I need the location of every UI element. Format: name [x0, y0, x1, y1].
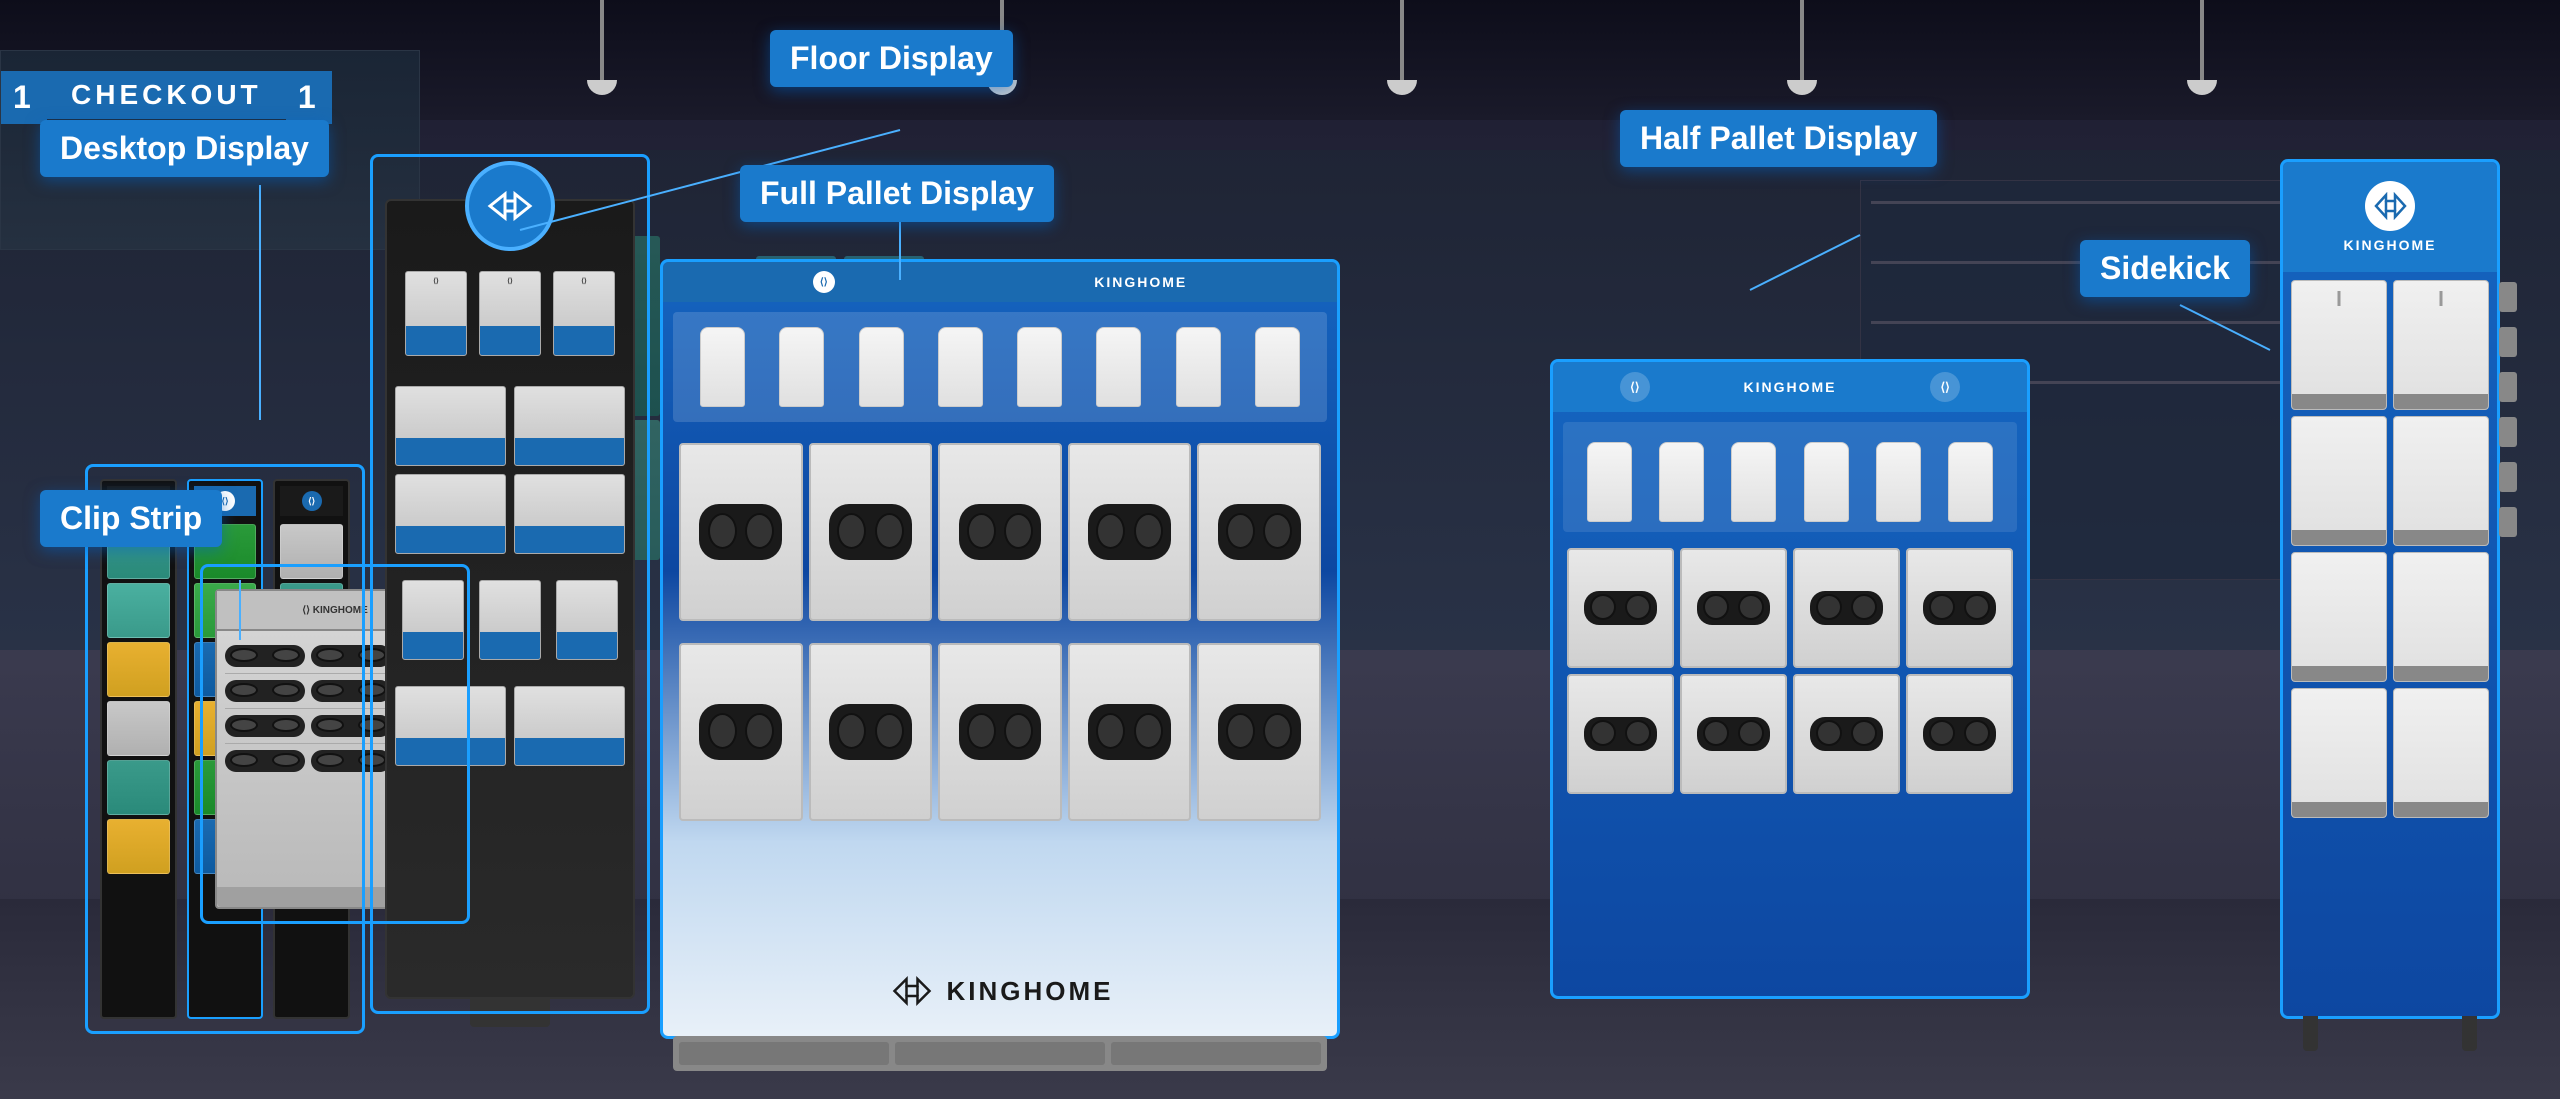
- floor-display-label: Floor Display: [770, 30, 1013, 87]
- sidekick-label: Sidekick: [2080, 240, 2250, 297]
- checkout-num-right: 1: [286, 71, 332, 124]
- floor-display-outline: [370, 154, 650, 1014]
- checkout-label: CHECKOUT: [71, 79, 262, 110]
- full-pallet-unit: ⟨⟩ KINGHOME: [660, 259, 1340, 1039]
- background-scene: 1 CHECKOUT 1 ⟨⟩ ⟨⟩: [0, 0, 2560, 1099]
- light-fixture: [1800, 0, 1804, 80]
- light-fixture: [1400, 0, 1404, 80]
- half-pallet-unit: ⟨⟩ KINGHOME ⟨⟩: [1550, 359, 2030, 999]
- half-pallet-label: Half Pallet Display: [1620, 110, 1937, 167]
- light-fixture: [600, 0, 604, 80]
- full-pallet-label: Full Pallet Display: [740, 165, 1054, 222]
- light-fixture: [2200, 0, 2204, 80]
- sidekick-unit: KINGHOME: [2280, 159, 2500, 1019]
- checkout-num-left: 1: [1, 71, 47, 124]
- desktop-display-label: Desktop Display: [40, 120, 329, 177]
- clip-strip-label: Clip Strip: [40, 490, 222, 547]
